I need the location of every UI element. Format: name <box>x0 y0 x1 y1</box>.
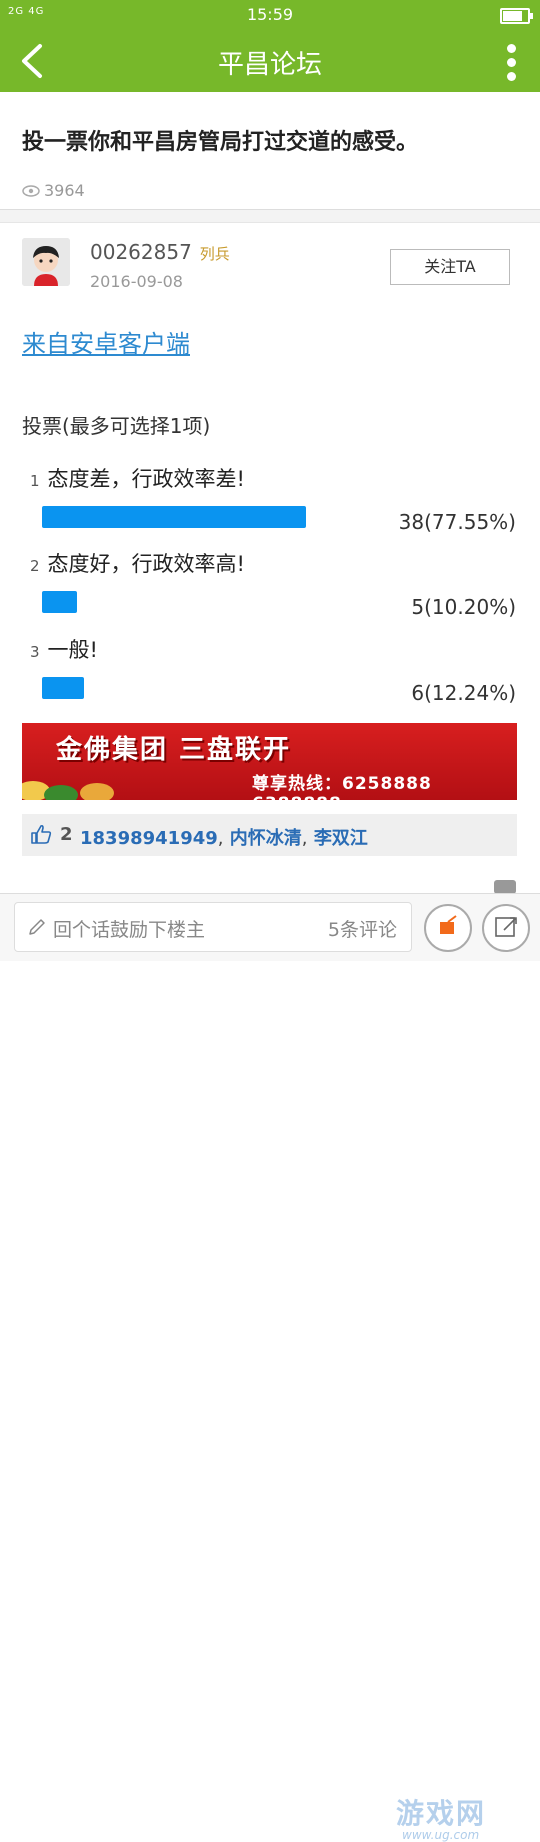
like-count: 2 <box>60 824 73 845</box>
section-divider <box>0 209 540 223</box>
watermark: 游戏网 <box>396 1797 487 1830</box>
liker-separator: , <box>217 828 224 849</box>
poll-bar-1 <box>42 506 306 528</box>
watermark-url: www.ug.com <box>402 1828 480 1842</box>
ad-headline: 金佛集团 三盘联开 <box>56 735 292 765</box>
option-label: 一般! <box>47 638 98 662</box>
app-bar: 平昌论坛 <box>0 30 540 92</box>
comment-bubble-icon <box>494 880 516 894</box>
option-number: 1 <box>30 472 40 490</box>
author-name[interactable]: 00262857 列兵 <box>90 240 230 264</box>
post-title: 投一票你和平昌房管局打过交道的感受。 <box>22 130 419 155</box>
follow-button[interactable]: 关注TA <box>390 249 510 285</box>
pencil-icon <box>29 919 45 935</box>
comment-input[interactable]: 回个话鼓励下楼主 5条评论 <box>14 902 412 952</box>
liker-separator: , <box>301 828 308 849</box>
liker-name[interactable]: 18398941949 <box>80 828 218 849</box>
status-time: 15:59 <box>246 5 294 24</box>
more-vertical-icon[interactable] <box>504 40 518 82</box>
ad-hotline: 尊享热线：6258888 6388888 <box>252 774 432 800</box>
liker-name[interactable]: 李双江 <box>314 828 368 849</box>
poll-bar-3 <box>42 677 84 699</box>
comment-count[interactable]: 5条评论 <box>328 915 397 942</box>
leaf-decoration <box>44 785 78 800</box>
option-label: 态度差，行政效率差! <box>47 467 245 491</box>
client-link[interactable]: 来自安卓客户端 <box>22 324 190 359</box>
option-label: 态度好，行政效率高! <box>47 552 245 576</box>
flower-decoration <box>80 783 114 800</box>
poll-bar-2 <box>42 591 77 613</box>
poll-result-3: 6(12.24%) <box>411 681 516 705</box>
author-id[interactable]: 00262857 <box>90 240 192 264</box>
likes-bar: 2 18398941949, 内怀冰清, 李双江 <box>22 814 517 856</box>
post-date: 2016-09-08 <box>90 272 183 291</box>
view-count: 3964 <box>22 181 85 200</box>
liker-list: 18398941949, 内怀冰清, 李双江 <box>80 824 368 850</box>
poll-header: 投票(最多可选择1项) <box>22 414 211 438</box>
option-number: 3 <box>30 643 40 661</box>
avatar[interactable] <box>22 238 70 286</box>
eye-icon <box>22 185 40 197</box>
comment-placeholder: 回个话鼓励下楼主 <box>53 919 206 941</box>
share-icon[interactable] <box>424 904 472 952</box>
poll-option-1[interactable]: 1 态度差，行政效率差! <box>30 463 245 493</box>
thumbs-up-icon[interactable] <box>30 823 52 845</box>
poll-option-2[interactable]: 2 态度好，行政效率高! <box>30 548 245 578</box>
view-count-value: 3964 <box>44 181 85 200</box>
liker-name[interactable]: 内怀冰清 <box>230 828 302 849</box>
status-bar: 2G 4G 15:59 <box>0 0 540 30</box>
author-rank: 列兵 <box>199 245 230 263</box>
poll-option-3[interactable]: 3 一般! <box>30 634 98 664</box>
poll-result-1: 38(77.55%) <box>398 510 516 534</box>
ad-banner[interactable]: 金佛集团 三盘联开 尊享热线：6258888 6388888 <box>22 723 517 800</box>
battery-level <box>503 11 522 21</box>
poll-result-2: 5(10.20%) <box>411 595 516 619</box>
bottom-bar: 回个话鼓励下楼主 5条评论 游戏网 www.ug.com <box>0 893 540 1842</box>
option-number: 2 <box>30 557 40 575</box>
battery-icon <box>500 8 533 24</box>
page-title: 平昌论坛 <box>217 50 322 80</box>
external-link-icon[interactable] <box>482 904 530 952</box>
